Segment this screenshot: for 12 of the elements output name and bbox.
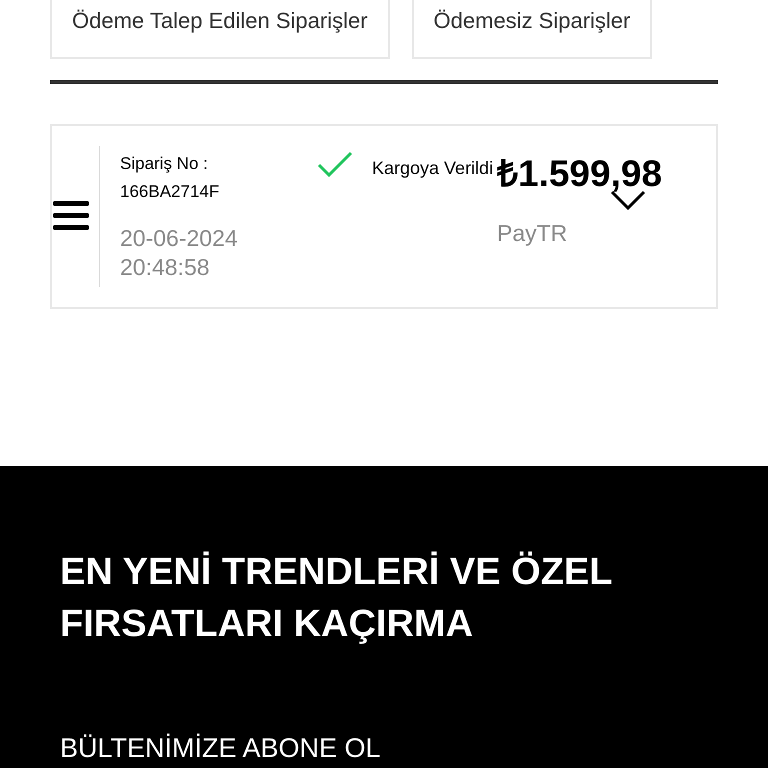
order-date: 20-06-2024: [120, 224, 239, 253]
order-filter-button[interactable]: Ödeme Talep Edilen Siparişler: [50, 0, 390, 59]
menu-icon[interactable]: [53, 201, 89, 232]
payment-method: PayTR: [497, 218, 568, 248]
order-status: Kargoya Verildi: [372, 158, 494, 178]
order-number-label: Sipariş No :: [120, 152, 209, 175]
order-total: ₺1.599,98: [497, 152, 662, 196]
newsletter-subheading: BÜLTENİMİZE ABONE OL: [60, 732, 382, 764]
order-filter-button[interactable]: Ödemesiz Siparişler: [412, 0, 652, 59]
order-time: 20:48:58: [120, 252, 211, 282]
order-number: 166BA2714F: [120, 180, 220, 203]
newsletter-heading: EN YENİ TRENDLERİ VE ÖZEL FIRSATLARI KAÇIRMA: [60, 550, 613, 646]
